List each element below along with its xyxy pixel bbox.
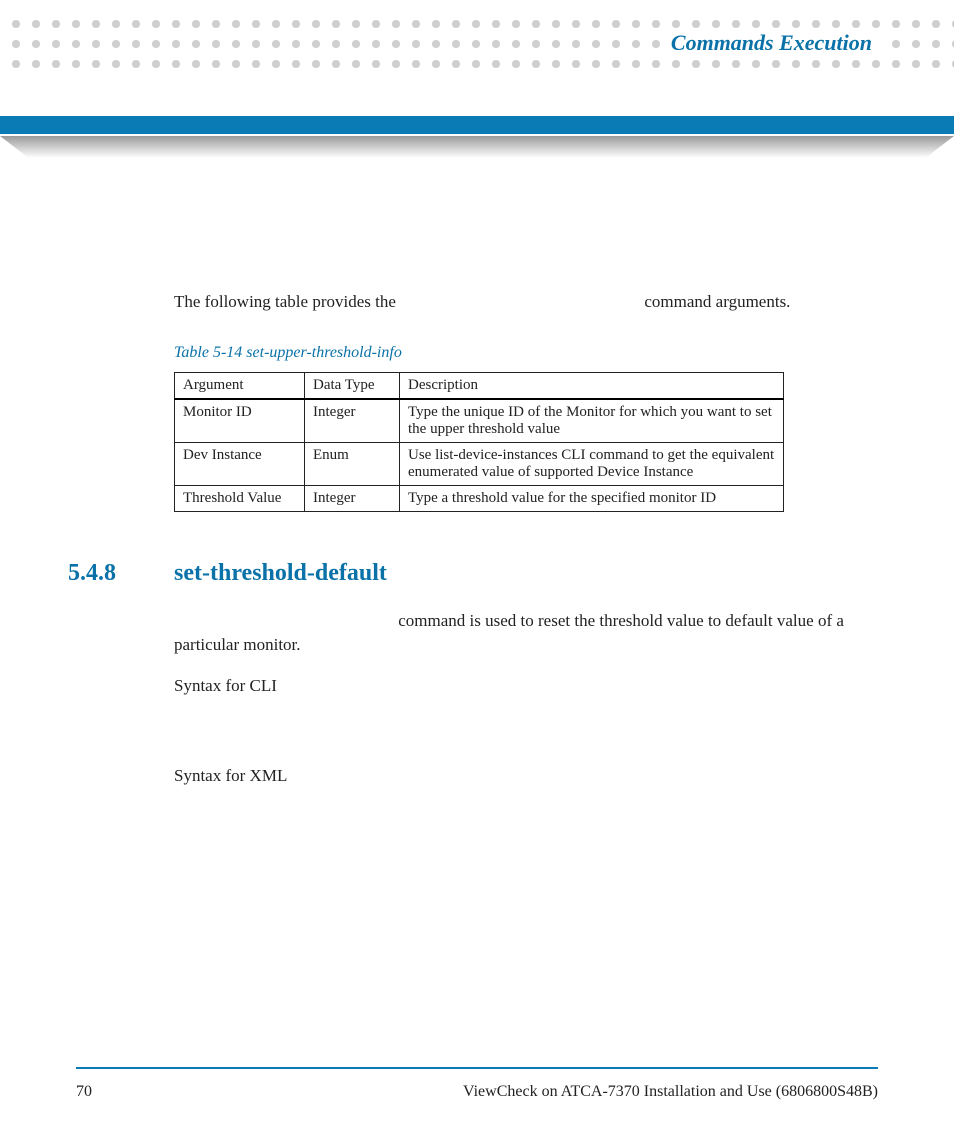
section-title: set-threshold-default: [174, 560, 387, 586]
section-number: 5.4.8: [68, 560, 116, 587]
intro-post: command arguments.: [644, 292, 790, 311]
cell-dt: Integer: [305, 399, 400, 443]
cell-dt: Enum: [305, 442, 400, 485]
cell-desc: Type the unique ID of the Monitor for wh…: [400, 399, 784, 443]
page-content: The following table provides the command…: [174, 290, 882, 786]
arguments-table: Argument Data Type Description Monitor I…: [174, 372, 784, 512]
chapter-title: Commands Execution: [661, 30, 882, 56]
page-number: 70: [76, 1083, 92, 1101]
cell-dt: Integer: [305, 485, 400, 511]
section-heading: 5.4.8 set-threshold-default: [174, 560, 882, 587]
cell-arg: Threshold Value: [175, 485, 305, 511]
cell-desc: Type a threshold value for the specified…: [400, 485, 784, 511]
cell-arg: Monitor ID: [175, 399, 305, 443]
th-argument: Argument: [175, 372, 305, 399]
header-pattern: Commands Execution: [0, 8, 954, 68]
page-footer: 70 ViewCheck on ATCA-7370 Installation a…: [76, 1083, 878, 1101]
syntax-cli-label: Syntax for CLI: [174, 676, 882, 696]
table-caption: Table 5-14 set-upper-threshold-info: [174, 344, 882, 362]
table-row: Monitor ID Integer Type the unique ID of…: [175, 399, 784, 443]
header-shadow: [0, 136, 954, 158]
section-body: command is used to reset the threshold v…: [174, 609, 882, 658]
doc-title: ViewCheck on ATCA-7370 Installation and …: [463, 1083, 878, 1101]
table-row: Dev Instance Enum Use list-device-instan…: [175, 442, 784, 485]
th-description: Description: [400, 372, 784, 399]
table-row: Threshold Value Integer Type a threshold…: [175, 485, 784, 511]
table-header-row: Argument Data Type Description: [175, 372, 784, 399]
intro-paragraph: The following table provides the command…: [174, 290, 882, 314]
section-body-text: command is used to reset the threshold v…: [174, 611, 844, 655]
footer-rule: [76, 1067, 878, 1069]
syntax-xml-label: Syntax for XML: [174, 766, 882, 786]
header-blue-bar: [0, 116, 954, 134]
intro-pre: The following table provides the: [174, 292, 396, 311]
cell-arg: Dev Instance: [175, 442, 305, 485]
cell-desc: Use list-device-instances CLI command to…: [400, 442, 784, 485]
th-datatype: Data Type: [305, 372, 400, 399]
